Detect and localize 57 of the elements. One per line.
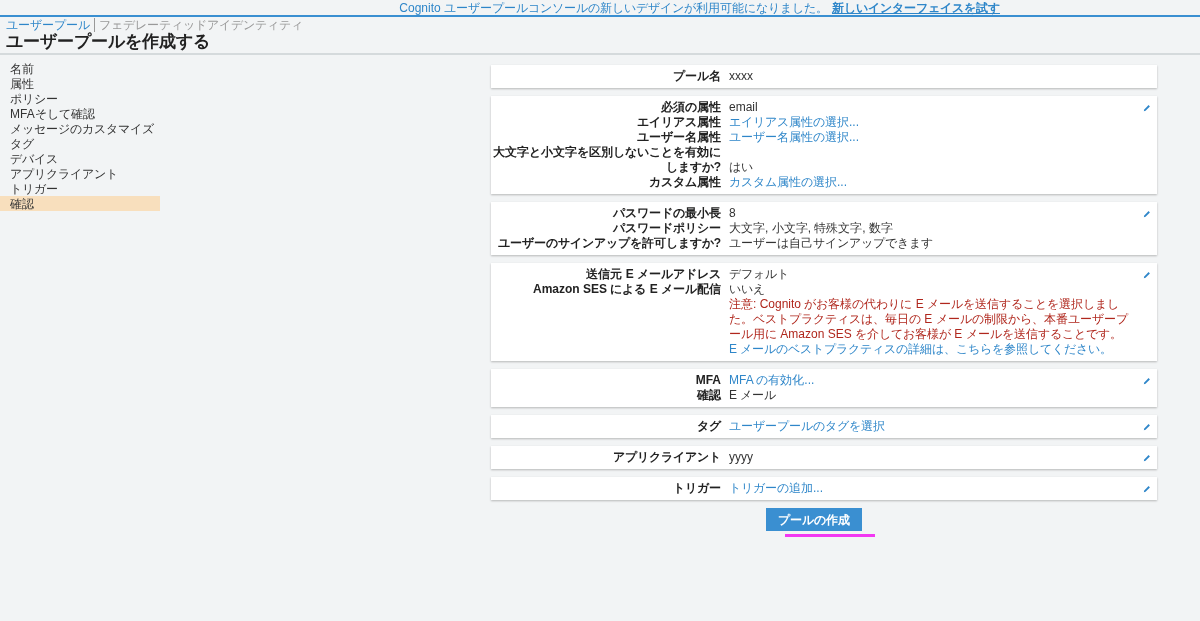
field-label: 送信元 E メールアドレス xyxy=(585,267,721,282)
field-value: ユーザーは自己サインアップできます xyxy=(729,236,933,250)
field-value: 8 xyxy=(729,206,736,220)
breadcrumb-link[interactable]: ユーザープール xyxy=(6,18,90,32)
sidebar-item[interactable]: 名前 xyxy=(0,61,160,76)
sidebar-item[interactable]: ポリシー xyxy=(0,91,160,106)
sidebar-item[interactable]: トリガー xyxy=(0,181,160,196)
field-value: いいえ xyxy=(729,282,765,296)
field-value: E メール xyxy=(729,388,777,402)
edit-icon[interactable] xyxy=(1143,271,1151,279)
field-label: トリガー xyxy=(672,481,721,496)
field-label: エイリアス属性 xyxy=(636,115,721,130)
field-label: ユーザー名属性 xyxy=(636,130,721,145)
value-link[interactable]: ユーザー名属性の選択... xyxy=(729,130,859,144)
sidebar-item[interactable]: アプリクライアント xyxy=(0,166,160,181)
field-label: アプリクライアント xyxy=(612,450,721,465)
sidebar-item[interactable]: 確認 xyxy=(0,196,160,211)
field-value: email xyxy=(729,100,758,114)
edit-icon[interactable] xyxy=(1143,210,1151,218)
field-label: カスタム属性 xyxy=(648,175,721,190)
field-label: パスワードポリシー xyxy=(612,221,721,236)
edit-icon[interactable] xyxy=(1143,485,1151,493)
field-label: パスワードの最小長 xyxy=(612,206,721,221)
sidebar-item[interactable]: メッセージのカスタマイズ xyxy=(0,121,160,136)
notice-text: 注意: Cognito がお客様の代わりに E メールを送信することを選択しました。ベストプラクティスは、毎日の E メールの制限から、本番ユーザープール用に Amazon SES を介してお客様が E メールを送信することです。 E メールのベストプラクティスの詳細は、こちらを参照してください。 xyxy=(729,297,1130,357)
field-label: 必須の属性 xyxy=(660,100,721,115)
field-value: yyyy xyxy=(729,450,753,464)
field-value: デフォルト xyxy=(729,267,789,281)
field-label: Amazon SES による E メール配信 xyxy=(531,282,721,297)
sidebar-item[interactable]: タグ xyxy=(0,136,160,151)
field-label: ユーザーのサインアップを許可しますか? xyxy=(496,236,721,251)
value-link[interactable]: ユーザープールのタグを選択 xyxy=(729,419,885,433)
field-value: 大文字, 小文字, 特殊文字, 数字 xyxy=(729,221,893,235)
field-value: xxxx xyxy=(729,69,753,83)
edit-icon[interactable] xyxy=(1143,104,1151,112)
sidebar-item[interactable]: デバイス xyxy=(0,151,160,166)
field-label: 大文字と小文字を区別しないことを有効にしますか? xyxy=(492,145,721,175)
field-label: タグ xyxy=(696,419,721,434)
field-label: 確認 xyxy=(695,388,721,403)
best-practices-link[interactable]: E メールのベストプラクティスの詳細は、こちらを参照してください。 xyxy=(729,342,1113,356)
field-label: MFA xyxy=(694,373,721,388)
sidebar-item[interactable]: 属性 xyxy=(0,76,160,91)
breadcrumb-link[interactable]: フェデレーティッドアイデンティティ xyxy=(94,18,303,32)
value-link[interactable]: MFA の有効化... xyxy=(729,373,815,387)
field-label: プール名 xyxy=(672,69,721,84)
sidebar-item[interactable]: MFAそして確認 xyxy=(0,106,160,121)
value-link[interactable]: エイリアス属性の選択... xyxy=(729,115,859,129)
edit-icon[interactable] xyxy=(1143,454,1151,462)
edit-icon[interactable] xyxy=(1143,423,1151,431)
value-link[interactable]: カスタム属性の選択... xyxy=(729,175,847,189)
banner-text: Cognito ユーザープールコンソールの新しいデザインが利用可能になりました。 xyxy=(399,1,828,14)
new-interface-link[interactable]: 新しいインターフェイスを試す xyxy=(832,1,1000,14)
page-title: ユーザープールを作成する xyxy=(6,32,211,53)
value-link[interactable]: トリガーの追加... xyxy=(729,481,823,495)
field-value: はい xyxy=(729,160,753,174)
edit-icon[interactable] xyxy=(1143,377,1151,385)
create-pool-button[interactable]: プールの作成 xyxy=(766,508,862,531)
